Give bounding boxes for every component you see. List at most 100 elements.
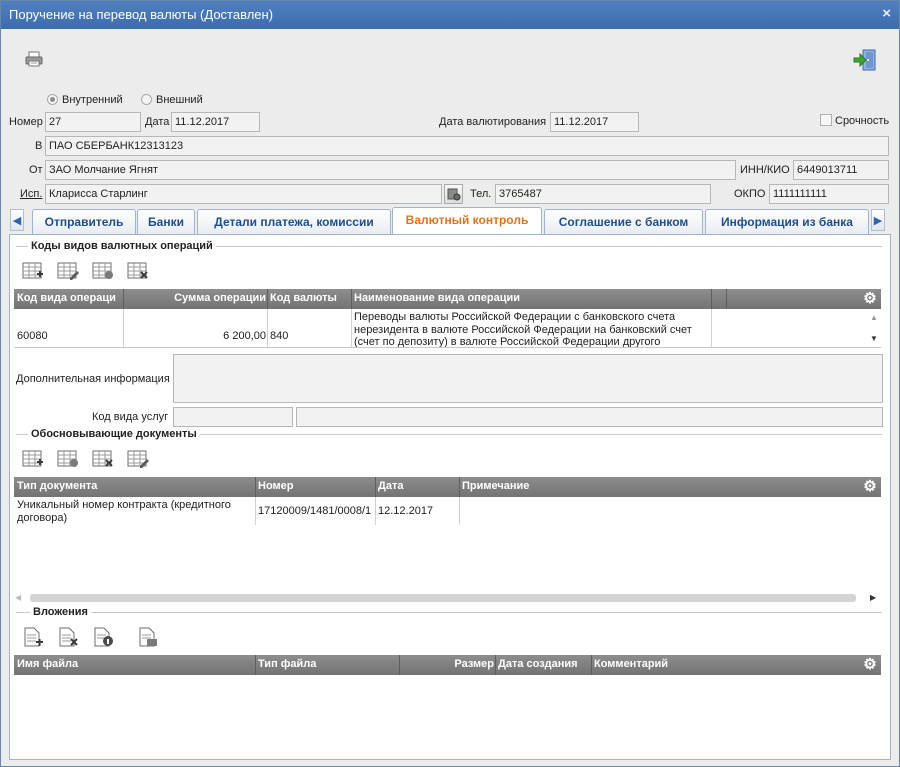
attachments-grid-body <box>14 675 881 753</box>
tabs-scroll-right-icon[interactable]: ▶ <box>871 209 885 231</box>
docs-section-title: Обосновывающие документы <box>28 428 200 440</box>
scroll-thumb[interactable] <box>30 594 856 602</box>
doc-type-line: договора) <box>17 512 68 524</box>
save-file-icon[interactable] <box>137 627 159 647</box>
urgent-label: Срочность <box>835 115 890 127</box>
column-header[interactable]: Имя файла <box>17 658 252 670</box>
column-header[interactable]: Код валюты <box>270 292 350 304</box>
number-field[interactable]: 27 <box>45 112 141 132</box>
attachments-grid-header: Имя файла Тип файла Размер Дата создания… <box>14 655 881 675</box>
window-title: Поручение на перевод валюты (Доставлен) <box>9 7 274 22</box>
column-header[interactable]: Размер <box>402 658 494 670</box>
op-name-line: нерезидента в валюте Российской Федераци… <box>354 324 692 336</box>
date-label: Дата <box>145 116 170 128</box>
inn-field[interactable]: 6449013711 <box>793 160 889 180</box>
column-header[interactable]: Дата создания <box>498 658 590 670</box>
column-header[interactable]: Номер <box>258 480 373 492</box>
op-currency-cell: 840 <box>270 330 289 342</box>
currency-date-field[interactable]: 11.12.2017 <box>550 112 639 132</box>
docs-grid-header: Тип документа Номер Дата Примечание ⚙ <box>14 477 881 497</box>
doc-date-cell: 12.12.2017 <box>378 505 434 517</box>
copy-row-icon[interactable] <box>92 261 114 281</box>
tab-sender[interactable]: Отправитель <box>32 209 136 234</box>
dialog-window: Поручение на перевод валюты (Доставлен) … <box>0 0 900 767</box>
table-row[interactable]: 60080 6 200,00 840 Переводы валюты Росси… <box>14 309 867 347</box>
service-name-field[interactable] <box>296 407 883 427</box>
close-icon[interactable]: × <box>882 5 891 22</box>
urgent-checkbox[interactable] <box>820 114 832 126</box>
to-label: В <box>35 140 43 152</box>
column-header[interactable]: Дата <box>378 480 458 492</box>
date-field[interactable]: 11.12.2017 <box>171 112 260 132</box>
scroll-left-icon[interactable]: ◀ <box>15 593 21 602</box>
table-row[interactable]: Уникальный номер контракта (кредитного д… <box>14 497 881 525</box>
scroll-right-icon[interactable]: ▶ <box>870 593 876 602</box>
section-divider <box>16 612 882 613</box>
executor-link[interactable]: Исп. <box>20 188 42 200</box>
grid-settings-icon[interactable]: ⚙ <box>862 291 878 307</box>
ops-scrollbar[interactable]: ▲ ▼ <box>867 309 881 347</box>
currency-date-label: Дата валютирования <box>439 116 547 128</box>
scroll-down-icon[interactable]: ▼ <box>870 334 878 343</box>
inn-label: ИНН/КИО <box>740 164 790 176</box>
column-header[interactable]: Тип документа <box>17 480 252 492</box>
tabs-scroll-left-icon[interactable]: ◀ <box>10 209 24 231</box>
scroll-up-icon[interactable]: ▲ <box>870 313 878 322</box>
exit-door-icon[interactable] <box>853 49 877 71</box>
phonebook-icon <box>447 188 461 201</box>
delete-row-icon[interactable] <box>127 261 149 281</box>
delete-doc-icon[interactable] <box>92 449 114 469</box>
ops-section-title: Коды видов валютных операций <box>28 240 216 252</box>
grid-settings-icon[interactable]: ⚙ <box>862 479 878 495</box>
okpo-field[interactable]: 1111111111 <box>769 184 889 204</box>
add-file-icon[interactable] <box>22 627 44 647</box>
tab-payment-details[interactable]: Детали платежа, комиссии <box>197 209 391 234</box>
docs-hscrollbar[interactable]: ◀ ▶ <box>14 591 881 605</box>
column-header[interactable]: Тип файла <box>258 658 398 670</box>
column-header[interactable]: Наименование вида операции <box>354 292 704 304</box>
service-code-label: Код вида услуг <box>92 411 169 423</box>
attachments-section-title: Вложения <box>30 606 91 618</box>
tab-currency-control[interactable]: Валютный контроль <box>392 207 542 235</box>
file-info-icon[interactable] <box>92 627 114 647</box>
number-label: Номер <box>9 116 43 128</box>
tab-banks[interactable]: Банки <box>137 209 195 234</box>
op-name-line: (счет по депозиту) в валюте Российской Ф… <box>354 337 661 347</box>
radio-internal-label: Внутренний <box>62 94 123 106</box>
add-doc-icon[interactable] <box>22 449 44 469</box>
okpo-label: ОКПО <box>734 188 766 200</box>
delete-file-icon[interactable] <box>57 627 79 647</box>
op-amount-cell: 6 200,00 <box>223 330 266 342</box>
column-header[interactable]: Комментарий <box>594 658 794 670</box>
from-label: От <box>29 164 43 176</box>
tab-bank-agreement[interactable]: Соглашение с банком <box>544 209 703 234</box>
grid-settings-icon[interactable]: ⚙ <box>862 657 878 673</box>
printer-icon[interactable] <box>25 51 43 67</box>
ops-grid-header: Код вида операци Сумма операции Код валю… <box>14 289 881 309</box>
executor-lookup-button[interactable] <box>444 184 463 204</box>
executor-field[interactable]: Кларисса Старлинг <box>45 184 442 204</box>
doc-type-line: Уникальный номер контракта (кредитного <box>17 499 231 511</box>
phone-field[interactable]: 3765487 <box>495 184 711 204</box>
column-header[interactable]: Примечание <box>462 480 662 492</box>
phone-label: Тел. <box>470 188 492 200</box>
op-code-cell: 60080 <box>17 330 48 342</box>
column-header[interactable]: Сумма операции <box>126 292 266 304</box>
to-bank-field[interactable]: ПАО СБЕРБАНК12313123 <box>45 136 889 156</box>
radio-external-label: Внешний <box>156 94 203 106</box>
radio-external[interactable] <box>141 94 152 105</box>
service-code-field[interactable] <box>173 407 293 427</box>
from-field[interactable]: ЗАО Молчание Ягнят <box>45 160 736 180</box>
radio-internal[interactable] <box>47 94 58 105</box>
extra-info-label: Дополнительная информация <box>16 373 170 385</box>
edit-doc-icon[interactable] <box>127 449 149 469</box>
add-row-icon[interactable] <box>22 261 44 281</box>
title-bar[interactable]: Поручение на перевод валюты (Доставлен) … <box>1 1 899 29</box>
tab-bank-info[interactable]: Информация из банка <box>705 209 869 234</box>
op-name-line: Переводы валюты Российской Федерации с б… <box>354 311 676 323</box>
edit-row-icon[interactable] <box>57 261 79 281</box>
copy-doc-icon[interactable] <box>57 449 79 469</box>
extra-info-textarea[interactable] <box>173 354 883 403</box>
doc-number-cell: 17120009/1481/0008/1 <box>258 505 372 517</box>
column-header[interactable]: Код вида операци <box>17 292 123 304</box>
